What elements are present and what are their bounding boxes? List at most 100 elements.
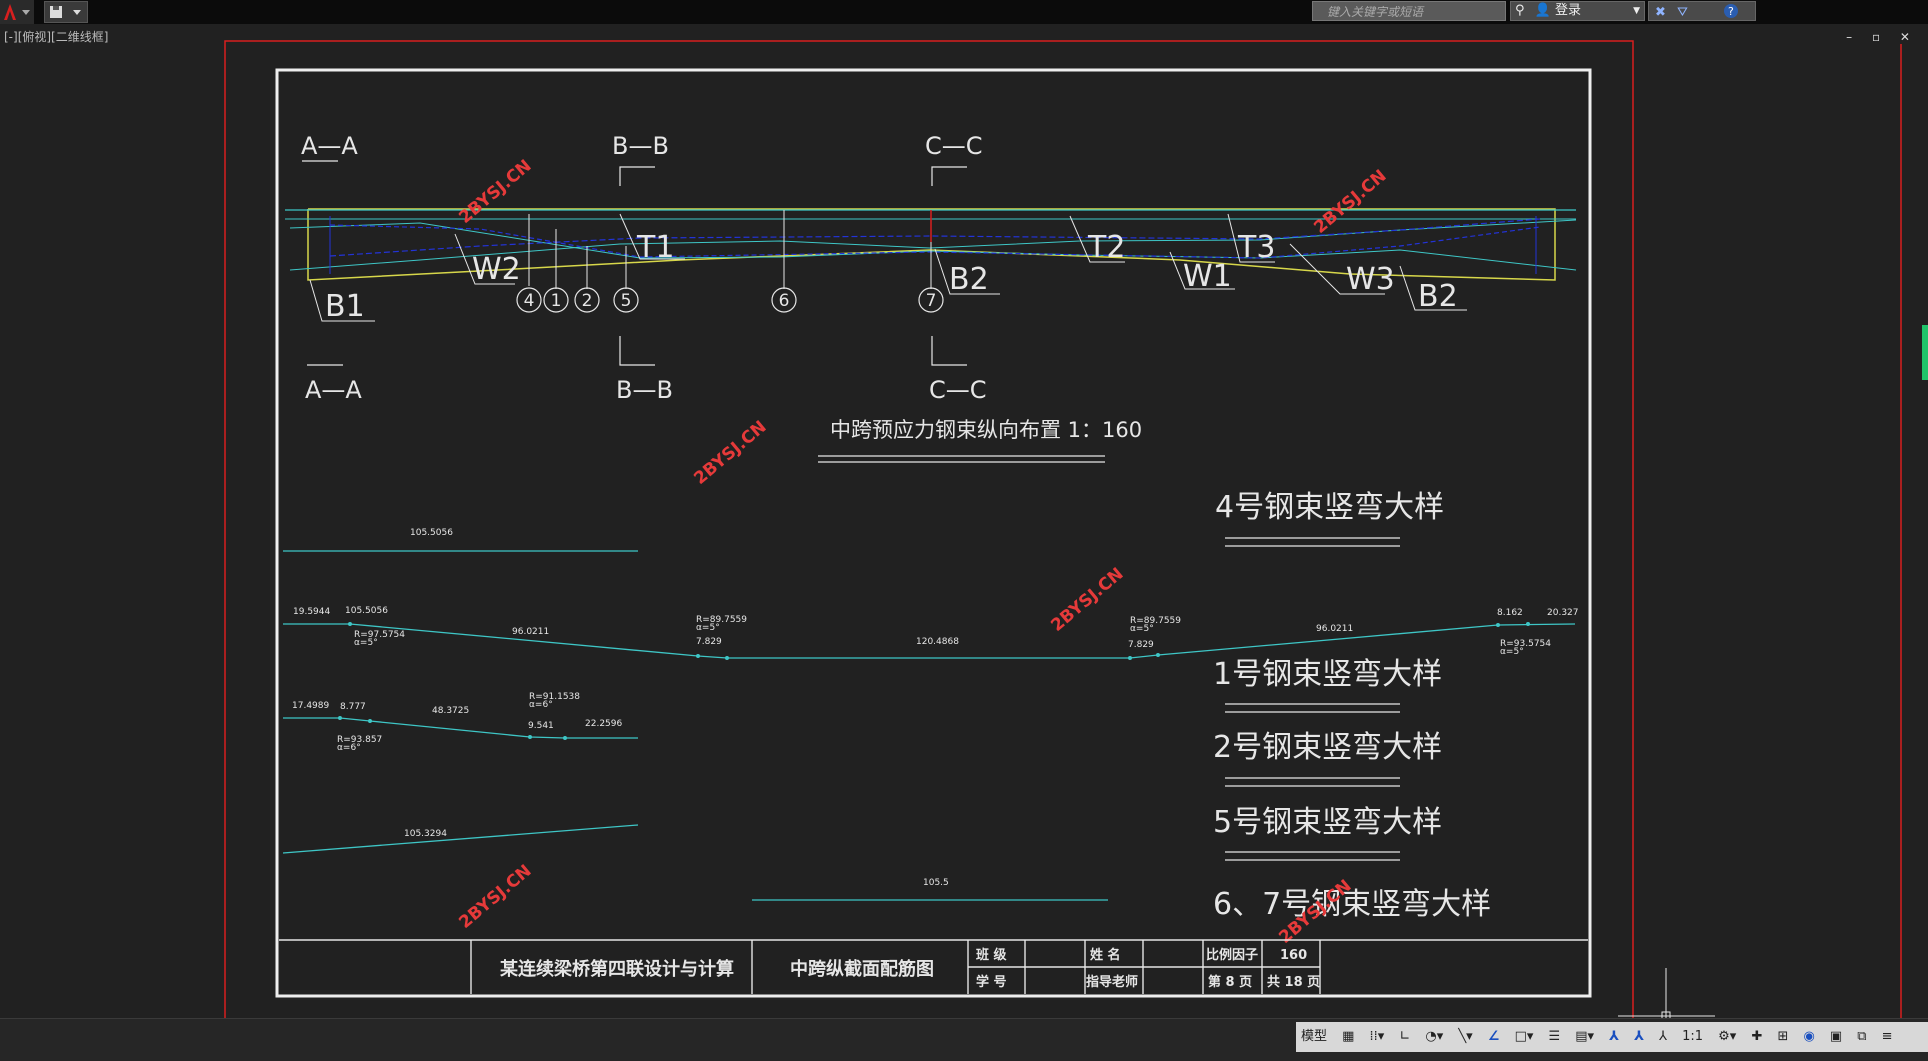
detail2-left-end: 17.4989: [292, 701, 329, 711]
detail2-seg: 48.3725: [432, 706, 469, 716]
watermark-text: 2BYSJ.CN: [690, 417, 770, 489]
detail1-p1: 7.829: [696, 637, 722, 647]
circle-number: 6: [779, 291, 790, 311]
svg-text:⛛: ⛛: [1677, 5, 1688, 20]
tendon-label-t2: T2: [1087, 230, 1125, 265]
circle-number: 7: [926, 291, 937, 311]
tendon-label-w1: W1: [1183, 259, 1232, 294]
tendon-label-b2-right: B2: [1418, 279, 1458, 314]
object-snap-icon[interactable]: □▾: [1512, 1026, 1537, 1048]
polar-tracking-icon[interactable]: ◔▾: [1422, 1026, 1446, 1048]
detail1-right-end: 20.327: [1547, 608, 1579, 618]
ortho-icon[interactable]: ∟: [1396, 1026, 1413, 1048]
tendon-label-b2-mid: B2: [949, 262, 989, 297]
watermark-text: 2BYSJ.CN: [455, 156, 535, 228]
status-bar-toolbar: 模型 ▦ ⁞⁞▾ ∟ ◔▾ ╲▾ ∠ □▾ ☰ ▤▾ ⅄ ⅄ ⅄ 1:1 ⚙▾ …: [1296, 1022, 1928, 1052]
detail1-seg2: 96.0211: [512, 627, 549, 637]
detail4-length: 105.5056: [410, 528, 453, 538]
isolate-objects-icon[interactable]: ◉: [1800, 1026, 1817, 1048]
isodraft-icon[interactable]: ╲▾: [1455, 1026, 1475, 1048]
quick-access-toolbar[interactable]: [44, 1, 88, 23]
student-id-label: 学 号: [976, 974, 1007, 990]
scale-value: 160: [1280, 948, 1307, 963]
search-input[interactable]: 键入关键字或短语: [1312, 1, 1506, 21]
detail-title-2: 2号钢束竖弯大样: [1213, 730, 1442, 765]
circle-number: 2: [582, 291, 593, 311]
units-icon[interactable]: ⊞: [1774, 1026, 1791, 1048]
name-label: 姓 名: [1089, 947, 1121, 963]
exchange-icon[interactable]: ✖: [1655, 5, 1666, 20]
auto-scale-icon[interactable]: ⅄: [1631, 1026, 1647, 1048]
detail2-a1: α=6°: [337, 743, 361, 753]
lineweight-icon[interactable]: ☰: [1545, 1026, 1563, 1048]
detail2-right: 22.2596: [585, 719, 622, 729]
total-pages-label: 共 18 页: [1267, 974, 1320, 990]
annotation-scale-icon[interactable]: ⅄: [1656, 1026, 1670, 1048]
detail67-length: 105.5: [923, 878, 949, 888]
detail-title-1: 1号钢束竖弯大样: [1213, 657, 1442, 692]
hardware-acceleration-icon[interactable]: ▣: [1827, 1026, 1845, 1048]
detail-title-5: 5号钢束竖弯大样: [1213, 805, 1442, 840]
chevron-down-icon[interactable]: ▼: [1633, 2, 1640, 20]
circle-number: 1: [551, 291, 562, 311]
detail2-a2: α=6°: [529, 700, 553, 710]
tendon-label-w2: W2: [472, 252, 521, 287]
watermark-text: 2BYSJ.CN: [455, 861, 535, 933]
svg-text:?: ?: [1728, 5, 1734, 18]
detail2-p2: 9.541: [528, 721, 554, 731]
annotation-monitor-icon[interactable]: ✚: [1748, 1026, 1765, 1048]
detail1-seg1: 105.5056: [345, 606, 388, 616]
section-label-bb-top: B—B: [612, 132, 669, 160]
detail-curves: [282, 550, 1576, 901]
detail5-length: 105.3294: [404, 829, 447, 839]
section-label-cc-bottom: C—C: [929, 376, 987, 404]
application-menu-button[interactable]: [0, 0, 34, 24]
detail2-p1: 8.777: [340, 702, 366, 712]
login-dropdown[interactable]: ⚲ 👤 登录 ▼: [1510, 1, 1645, 21]
scale-label: 比例因子: [1206, 947, 1258, 963]
binoculars-icon[interactable]: ⚲: [1515, 3, 1525, 18]
circle-number: 5: [621, 291, 632, 311]
annotation-visibility-icon[interactable]: ⅄: [1606, 1026, 1622, 1048]
detail1-p2: 7.829: [1128, 640, 1154, 650]
drawing-name: 中跨纵截面配筋图: [790, 958, 934, 980]
drawing-canvas[interactable]: A—A A—A B—B B—B C—C C—C B1 W2 T1 B2 T2 W…: [0, 24, 1928, 1018]
autocad-logo-icon: [4, 4, 30, 20]
model-space-button[interactable]: 模型: [1298, 1026, 1330, 1048]
customization-menu-icon[interactable]: ≡: [1879, 1026, 1896, 1048]
section-label-aa-bottom: A—A: [305, 376, 362, 404]
transparency-icon[interactable]: ▤▾: [1572, 1026, 1597, 1048]
annotation-scale-value[interactable]: 1:1: [1679, 1026, 1706, 1048]
circle-number: 4: [524, 291, 535, 311]
class-label: 班 级: [976, 947, 1008, 963]
section-label-bb-bottom: B—B: [616, 376, 673, 404]
watermark-text: 2BYSJ.CN: [1047, 564, 1127, 636]
detail1-seg3: 96.0211: [1316, 624, 1353, 634]
detail-title-4: 4号钢束竖弯大样: [1215, 490, 1444, 525]
grid-icon[interactable]: ▦: [1339, 1026, 1357, 1048]
advisor-label: 指导老师: [1086, 974, 1138, 990]
project-title: 某连续梁桥第四联设计与计算: [500, 958, 734, 980]
section-label-aa-top: A—A: [301, 132, 358, 160]
snap-icon[interactable]: ⁞⁞▾: [1367, 1026, 1388, 1048]
detail1-a4: α=5°: [1500, 647, 1524, 657]
login-label[interactable]: 登录: [1555, 3, 1581, 18]
main-drawing-title: 中跨预应力钢束纵向布置 1：160: [830, 418, 1142, 442]
watermark-text: 2BYSJ.CN: [1310, 166, 1390, 238]
tendon-label-b1: B1: [325, 289, 365, 324]
object-snap-tracking-icon[interactable]: ∠: [1485, 1026, 1503, 1048]
detail1-a2: α=5°: [696, 623, 720, 633]
detail1-left-end: 19.5944: [293, 607, 330, 617]
autodesk-a360-icon[interactable]: ⛛: [1677, 5, 1688, 20]
detail1-mid: 120.4868: [916, 637, 959, 647]
tendon-label-t3: T3: [1237, 230, 1275, 265]
save-icon[interactable]: [45, 2, 87, 22]
user-icon: 👤: [1534, 3, 1551, 18]
section-label-cc-top: C—C: [925, 132, 983, 160]
tendon-label-w3: W3: [1346, 262, 1395, 297]
help-icon[interactable]: ?: [1724, 4, 1738, 18]
clean-screen-icon[interactable]: ⧉: [1854, 1026, 1869, 1048]
detail1-a3: α=5°: [1130, 624, 1154, 634]
workspace-gear-icon[interactable]: ⚙▾: [1715, 1026, 1739, 1048]
svg-text:✖: ✖: [1655, 5, 1666, 20]
